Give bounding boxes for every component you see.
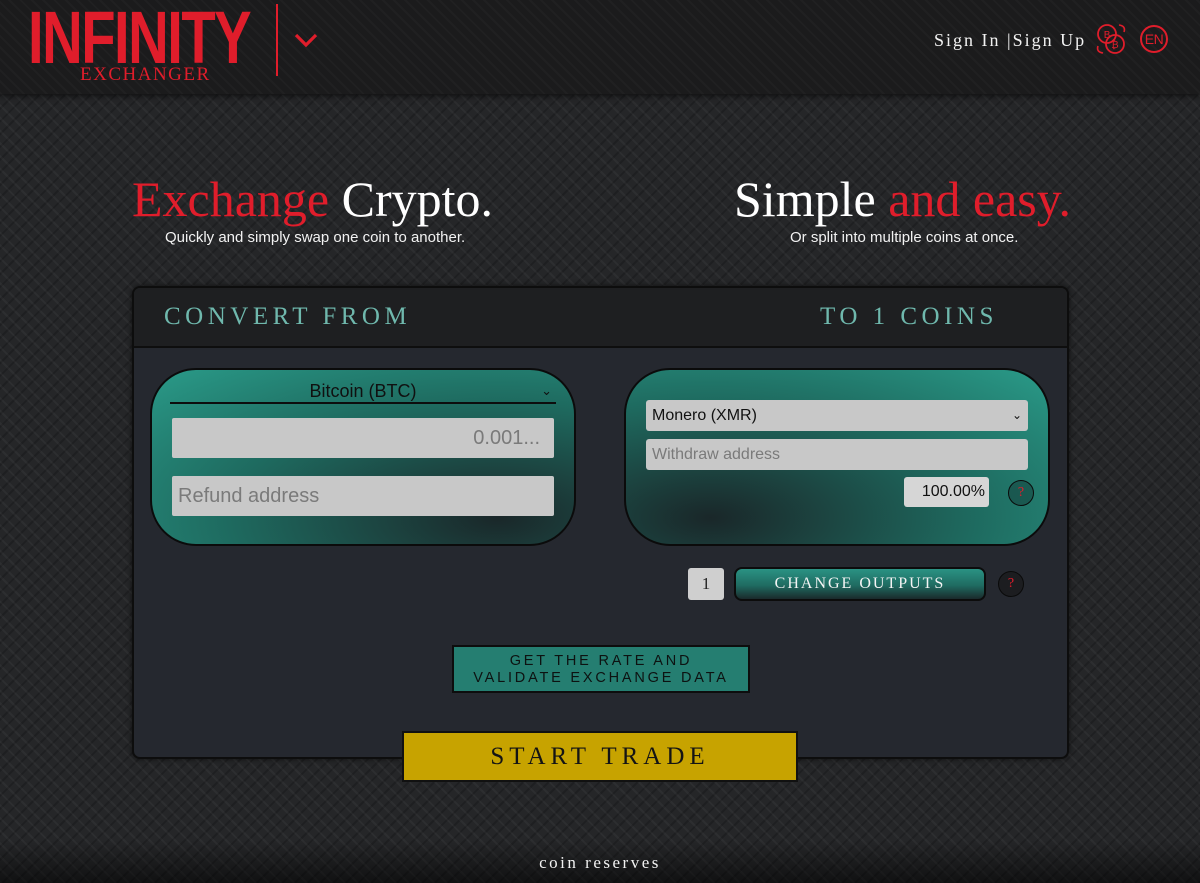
from-coin-card: Bitcoin (BTC) ⌄ 0.001... Refund address — [150, 368, 576, 546]
panel-header: CONVERT FROM TO 1 COINS — [134, 288, 1067, 348]
exchange-panel: CONVERT FROM TO 1 COINS Bitcoin (BTC) ⌄ … — [132, 286, 1069, 759]
to-coin-card: Monero (XMR) ⌄ Withdraw address 100.00% … — [624, 368, 1050, 546]
help-icon[interactable]: ? — [1008, 480, 1034, 506]
hero-title-right-red: and easy. — [888, 171, 1071, 227]
sign-up-link[interactable]: Sign Up — [1013, 30, 1087, 50]
from-coin-value: Bitcoin (BTC) — [309, 381, 417, 401]
amount-input[interactable]: 0.001... — [172, 418, 554, 458]
hero-subtitle-left: Quickly and simply swap one coin to anot… — [165, 229, 466, 246]
start-trade-button[interactable]: START TRADE — [402, 731, 798, 782]
svg-text:₿: ₿ — [1111, 39, 1118, 51]
brand-tagline: EXCHANGER — [80, 64, 211, 85]
logo-divider — [276, 4, 278, 76]
hero-subtitle-right: Or split into multiple coins at once. — [790, 229, 1019, 246]
change-outputs-button[interactable]: CHANGE OUTPUTS — [734, 567, 986, 601]
to-coin-select[interactable]: Monero (XMR) ⌄ — [646, 400, 1028, 431]
get-rate-button[interactable]: GET THE RATE AND VALIDATE EXCHANGE DATA — [452, 645, 750, 693]
language-selector[interactable]: EN — [1140, 25, 1168, 53]
help-icon[interactable]: ? — [998, 571, 1024, 597]
refund-address-input[interactable]: Refund address — [172, 476, 554, 516]
hero-title-left-red: Exchange — [132, 171, 330, 227]
chevron-down-icon: ⌄ — [1011, 408, 1022, 422]
from-coin-select[interactable]: Bitcoin (BTC) ⌄ — [170, 380, 556, 404]
hero-title-left-white: Crypto. — [341, 171, 494, 227]
hero-title-right: Simple and easy. — [734, 170, 1071, 228]
chevron-down-icon[interactable] — [292, 26, 320, 54]
convert-to-heading: TO 1 COINS — [820, 303, 998, 330]
outputs-count[interactable]: 1 — [688, 568, 724, 600]
to-coin-value: Monero (XMR) — [652, 407, 757, 424]
coin-reserves-link[interactable]: coin reserves — [0, 853, 1200, 873]
get-rate-line2: VALIDATE EXCHANGE DATA — [473, 670, 729, 686]
chevron-down-icon: ⌄ — [541, 383, 552, 398]
top-bar: INFINITY EXCHANGER Sign In |Sign Up B ₿ … — [0, 0, 1200, 94]
svg-text:B: B — [1104, 30, 1111, 41]
hero-title-right-white: Simple — [734, 171, 876, 227]
auth-links: Sign In |Sign Up — [934, 30, 1086, 51]
percent-input[interactable]: 100.00% — [904, 477, 989, 507]
hero-title-left: Exchange Crypto. — [132, 170, 493, 228]
withdraw-address-input[interactable]: Withdraw address — [646, 439, 1028, 470]
percent-unit: % — [970, 483, 985, 500]
sign-in-link[interactable]: Sign In — [934, 30, 1001, 50]
convert-from-heading: CONVERT FROM — [164, 303, 412, 330]
get-rate-line1: GET THE RATE AND — [509, 653, 693, 669]
percent-value: 100.00 — [921, 483, 971, 500]
coins-icon[interactable]: B ₿ — [1094, 22, 1128, 56]
